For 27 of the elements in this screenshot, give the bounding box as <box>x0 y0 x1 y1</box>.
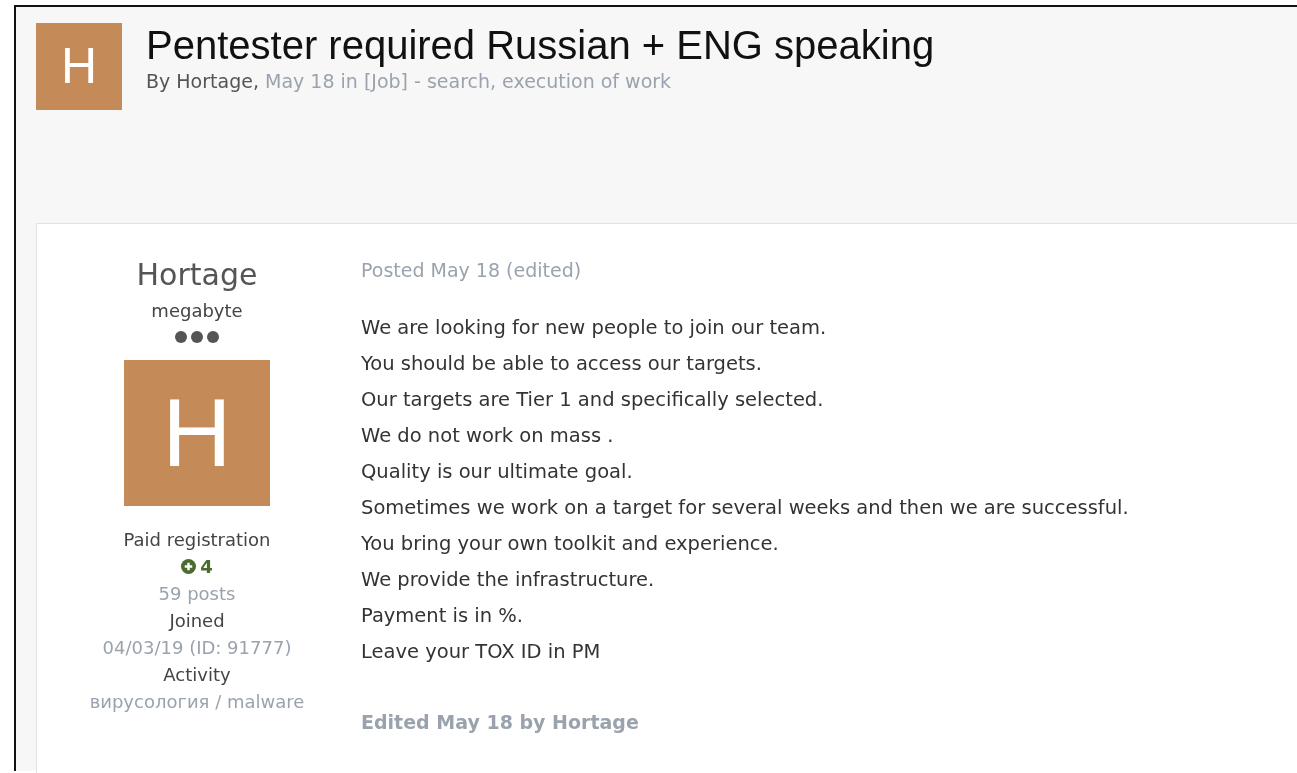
post-count: 59 posts <box>158 582 236 606</box>
topic-title: Pentester required Russian + ENG speaking <box>146 23 935 67</box>
topic-meta: May 18 in [Job] - search, execution of work <box>265 70 672 92</box>
user-group: Paid registration <box>123 526 271 553</box>
post-text: You bring your own toolkit and experience. <box>361 531 780 557</box>
reputation-count: 4 <box>200 555 213 579</box>
rank-pips-icon <box>174 330 220 344</box>
post-text: Quality is our ultimate goal. <box>361 459 634 485</box>
by-label: By <box>146 70 171 92</box>
joined-label: Joined <box>169 609 225 633</box>
rank-label: megabyte <box>151 299 243 323</box>
edited-note: Edited May 18 by Hortage <box>361 710 640 735</box>
plus-icon <box>181 559 197 574</box>
joined-date: 04/03/19 (ID: 91777) <box>102 636 292 660</box>
post-text: You should be able to access our targets. <box>361 351 763 377</box>
post-text: We do not work on mass . <box>361 423 615 449</box>
activity-label: Activity <box>163 663 231 687</box>
post-text: We are looking for new people to join our team. <box>361 315 828 341</box>
activity-value: вирусология / malware <box>89 690 305 714</box>
post-text: We provide the infrastructure. <box>361 567 656 593</box>
author-link[interactable]: Hortage, <box>176 70 259 92</box>
username-link[interactable]: Hortage <box>136 252 258 297</box>
post-date: Posted May 18 (edited) <box>361 258 583 283</box>
post-text: Our targets are Tier 1 and specifically selected. <box>361 387 825 413</box>
post-text: Leave your TOX ID in PM <box>361 639 602 665</box>
post-text: Sometimes we work on a target for several weeks and then we are successful. <box>361 495 1129 521</box>
post-text: Payment is in %. <box>361 603 525 629</box>
